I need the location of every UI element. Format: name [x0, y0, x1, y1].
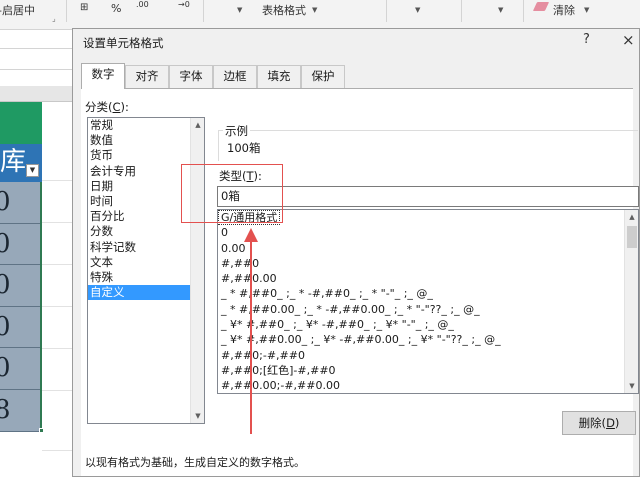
decrease-decimal-button[interactable]: .00	[136, 0, 149, 9]
chevron-down-icon[interactable]: ▼	[312, 6, 317, 14]
grid-line	[42, 180, 72, 181]
category-label: 分类(C):	[85, 100, 129, 114]
delete-button[interactable]: 删除(D)	[562, 411, 636, 435]
sheet-cell[interactable]: 0	[0, 307, 40, 349]
formula-bar-strip	[0, 48, 72, 70]
format-item[interactable]: #,##0.00;-#,##0.00	[218, 378, 638, 393]
header-cell-green[interactable]	[0, 102, 42, 144]
ribbon-separator	[523, 0, 524, 22]
dialog-launcher-icon[interactable]: ⌟	[52, 14, 56, 23]
format-code-list[interactable]: G/通用格式 0 0.00 #,##0 #,##0.00 _ * #,##0_ …	[217, 209, 639, 394]
header-text: 库	[0, 147, 27, 177]
tab-number[interactable]: 数字	[81, 63, 125, 89]
format-item[interactable]: _ * #,##0.00_ ;_ * -#,##0.00_ ;_ * "-"??…	[218, 302, 638, 317]
sheet-cell[interactable]: 0	[0, 224, 40, 266]
sample-value: 100箱	[227, 141, 261, 155]
sample-label: 示例	[223, 123, 250, 139]
tab-fill[interactable]: 填充	[257, 65, 301, 88]
currency-icon[interactable]: ⊞	[80, 2, 88, 13]
sample-groupbox	[218, 130, 638, 161]
format-item[interactable]: _ * #,##0_ ;_ * -#,##0_ ;_ * "-"_ ;_ @_	[218, 286, 638, 301]
format-cells-dialog: 设置单元格格式 ? × 数字 对齐 字体 边框 填充 保护 分类(C): 常规 …	[72, 28, 640, 477]
category-item[interactable]: 常规	[88, 118, 204, 133]
format-item[interactable]: #,##0;[红色]-#,##0	[218, 363, 638, 378]
format-item[interactable]: #,##0.00	[218, 271, 638, 286]
grid-line	[42, 348, 72, 349]
format-item[interactable]: _ ¥* #,##0_ ;_ ¥* -#,##0_ ;_ ¥* "-"_ ;_ …	[218, 317, 638, 332]
category-item[interactable]: 特殊	[88, 270, 204, 285]
ribbon-separator	[66, 0, 67, 22]
tab-alignment[interactable]: 对齐	[125, 65, 169, 88]
scroll-up-icon[interactable]: ▲	[191, 118, 205, 132]
scroll-up-icon[interactable]: ▲	[625, 210, 638, 224]
tab-border[interactable]: 边框	[213, 65, 257, 88]
sheet-cell[interactable]: 0	[0, 182, 40, 224]
clear-button[interactable]: 清除	[553, 2, 575, 18]
grid-line	[42, 390, 72, 391]
scroll-down-icon[interactable]: ▼	[191, 409, 205, 423]
format-item[interactable]: 0	[218, 225, 638, 240]
sheet-cell[interactable]: 8	[0, 390, 40, 432]
format-item[interactable]: #,##0	[218, 256, 638, 271]
dialog-title: 设置单元格格式	[83, 36, 164, 50]
sheet-cell[interactable]: 0	[0, 265, 40, 307]
close-button[interactable]: ×	[622, 31, 635, 49]
grid-line	[42, 306, 72, 307]
format-item[interactable]: _ ¥* #,##0.00_ ;_ ¥* -#,##0.00_ ;_ ¥* "-…	[218, 332, 638, 347]
percent-button[interactable]: %	[111, 2, 121, 15]
tab-protection[interactable]: 保护	[301, 65, 345, 88]
category-item[interactable]: 货币	[88, 148, 204, 163]
ribbon-separator	[461, 0, 462, 22]
format-scrollbar[interactable]: ▲ ▼	[624, 210, 638, 393]
eraser-icon	[532, 2, 550, 11]
increase-decimal-button[interactable]: →0	[178, 0, 190, 9]
excel-ribbon: -启居中 ⌟ ⊞ % .00 →0 ▼ 表格格式 ▼ ▼ ▼ 清除 ▼	[0, 0, 640, 30]
selected-range[interactable]: 0 0 0 0 0 8	[0, 182, 42, 432]
header-cell-blue[interactable]: 库 ▼	[0, 144, 42, 182]
grid-line	[42, 450, 72, 451]
format-item[interactable]: #,##0;-#,##0	[218, 348, 638, 363]
fill-handle[interactable]	[39, 428, 44, 433]
category-item[interactable]: 科学记数	[88, 240, 204, 255]
category-item[interactable]: 文本	[88, 255, 204, 270]
table-format-button[interactable]: 表格格式	[262, 2, 306, 18]
sheet-cell[interactable]: 0	[0, 348, 40, 390]
ribbon-separator	[386, 0, 387, 22]
up-arrow-annotation	[244, 228, 258, 434]
chevron-down-icon[interactable]: ▼	[237, 6, 242, 14]
help-button[interactable]: ?	[583, 32, 590, 47]
filter-dropdown-icon[interactable]: ▼	[26, 164, 39, 177]
ribbon-separator	[203, 0, 204, 22]
scroll-thumb[interactable]	[627, 226, 637, 248]
merge-center-fragment[interactable]: -启居中	[0, 2, 35, 18]
grid-line	[42, 264, 72, 265]
tab-font[interactable]: 字体	[169, 65, 213, 88]
hint-text: 以现有格式为基础，生成自定义的数字格式。	[85, 456, 305, 469]
scroll-down-icon[interactable]: ▼	[625, 379, 638, 393]
grid-line	[42, 222, 72, 223]
worksheet: 库 ▼ 0 0 0 0 0 8	[0, 30, 72, 477]
column-header	[0, 86, 72, 102]
highlight-box-annotation	[181, 164, 283, 223]
category-item[interactable]: 分数	[88, 224, 204, 239]
chevron-down-icon[interactable]: ▼	[498, 6, 503, 14]
category-item[interactable]: 数值	[88, 133, 204, 148]
chevron-down-icon[interactable]: ▼	[584, 6, 589, 14]
format-item[interactable]: 0.00	[218, 241, 638, 256]
category-item-selected[interactable]: 自定义	[88, 285, 190, 301]
chevron-down-icon[interactable]: ▼	[415, 6, 420, 14]
